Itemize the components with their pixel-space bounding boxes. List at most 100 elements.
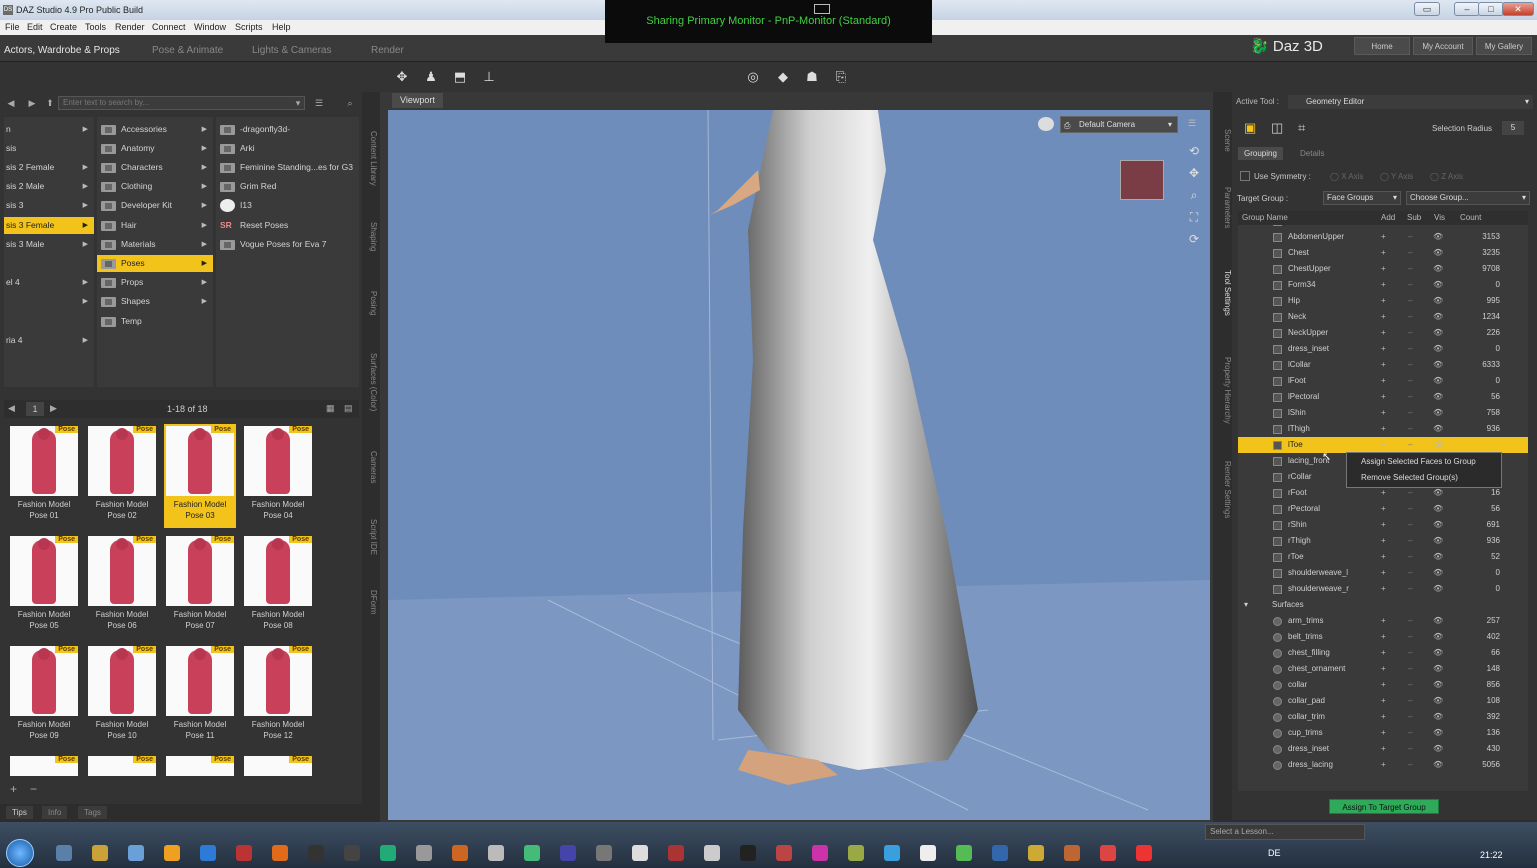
taskbar-app-icon[interactable]	[416, 845, 432, 861]
back-icon[interactable]: ◀	[5, 97, 17, 109]
list-item-selected[interactable]: sis 3 Female ▶	[4, 217, 94, 234]
menu-connect[interactable]: Connect	[152, 22, 186, 32]
visibility-icon[interactable]: 👁	[1433, 549, 1443, 565]
group-row[interactable]: dress_inset + – 👁 0	[1238, 341, 1528, 357]
taskbar-app-icon[interactable]	[380, 845, 396, 861]
tab-tips[interactable]: Tips	[6, 806, 33, 819]
tab-pose-animate[interactable]: Pose & Animate	[152, 42, 223, 59]
side-tab-posing[interactable]: Posing	[364, 278, 378, 328]
sub-face-icon[interactable]: –	[1408, 741, 1412, 757]
taskbar-app-icon[interactable]	[200, 845, 216, 861]
group-row[interactable]: NeckUpper + – 👁 226	[1238, 325, 1528, 341]
sub-face-icon[interactable]: –	[1408, 517, 1412, 533]
visibility-icon[interactable]: 👁	[1433, 261, 1443, 277]
list-view-icon[interactable]: ▤	[344, 403, 353, 414]
sub-face-icon[interactable]: –	[1408, 293, 1412, 309]
add-face-icon[interactable]: +	[1381, 709, 1386, 725]
prev-page-icon[interactable]: ◀	[8, 403, 15, 414]
grid-view-icon[interactable]: ▦	[326, 403, 335, 414]
add-face-icon[interactable]: +	[1381, 357, 1386, 373]
visibility-icon[interactable]: 👁	[1433, 741, 1443, 757]
folder-accessories[interactable]: Accessories ▶	[97, 121, 213, 138]
visibility-icon[interactable]: 👁	[1433, 309, 1443, 325]
taskbar-app-icon[interactable]	[1136, 845, 1152, 861]
sub-face-icon[interactable]: –	[1408, 389, 1412, 405]
select-mode-icon[interactable]: ▣	[1244, 120, 1256, 136]
menu-tools[interactable]: Tools	[85, 22, 106, 32]
taskbar-app-icon[interactable]	[632, 845, 648, 861]
menu-window[interactable]: Window	[194, 22, 226, 32]
tab-tags[interactable]: Tags	[78, 806, 107, 819]
add-face-icon[interactable]: +	[1381, 245, 1386, 261]
side-tab-tool-settings[interactable]: Tool Settings	[1218, 258, 1232, 328]
orbit-icon[interactable]: ⟲	[1186, 140, 1202, 162]
add-face-icon[interactable]: +	[1381, 373, 1386, 389]
folder-i13[interactable]: I13	[216, 197, 359, 214]
visibility-icon[interactable]: 👁	[1433, 421, 1443, 437]
frame-icon[interactable]: ⛶	[1186, 206, 1202, 228]
group-row[interactable]: lThigh + – 👁 936	[1238, 421, 1528, 437]
taskbar-app-icon[interactable]	[1064, 845, 1080, 861]
monitor-icon[interactable]	[814, 4, 830, 14]
visibility-icon[interactable]: 👁	[1433, 373, 1443, 389]
add-face-icon[interactable]: +	[1381, 229, 1386, 245]
menu-edit[interactable]: Edit	[27, 22, 43, 32]
pose-thumbnail[interactable]: Pose	[164, 754, 236, 776]
surface-row[interactable]: chest_ornament + – 👁 148	[1238, 661, 1528, 677]
sub-face-icon[interactable]: –	[1408, 309, 1412, 325]
sub-face-icon[interactable]: –	[1408, 501, 1412, 517]
visibility-icon[interactable]: 👁	[1433, 277, 1443, 293]
col-vis[interactable]: Vis	[1434, 211, 1445, 225]
add-face-icon[interactable]: +	[1381, 565, 1386, 581]
pan-icon[interactable]: ✥	[1186, 162, 1202, 184]
group-row[interactable]: lCollar + – 👁 6333	[1238, 357, 1528, 373]
my-gallery-button[interactable]: My Gallery	[1476, 37, 1532, 55]
reset-view-icon[interactable]: ⟳	[1186, 228, 1202, 250]
lesson-select[interactable]: Select a Lesson...	[1205, 824, 1365, 840]
home-button[interactable]: Home	[1354, 37, 1410, 55]
pose-thumbnail[interactable]: Pose	[86, 754, 158, 776]
visibility-icon[interactable]: 👁	[1433, 757, 1443, 773]
tab-actors-wardrobe-props[interactable]: Actors, Wardrobe & Props	[4, 42, 120, 59]
folder-characters[interactable]: Characters ▶	[97, 159, 213, 176]
pose-thumbnail[interactable]: Pose Fashion Model Pose 08	[242, 534, 314, 638]
taskbar-app-icon[interactable]	[668, 845, 684, 861]
taskbar-app-icon[interactable]	[1100, 845, 1116, 861]
side-tab-dform[interactable]: DForm	[364, 580, 378, 625]
surface-row[interactable]: belt_trims + – 👁 402	[1238, 629, 1528, 645]
maximize-button[interactable]: □	[1478, 2, 1504, 16]
visibility-icon[interactable]: 👁	[1433, 293, 1443, 309]
visibility-icon[interactable]: 👁	[1433, 229, 1443, 245]
visibility-icon[interactable]: 👁	[1433, 725, 1443, 741]
assign-to-target-group-button[interactable]: Assign To Target Group	[1329, 799, 1439, 814]
surfaces-section-header[interactable]: ▾ Surfaces	[1238, 597, 1528, 613]
use-symmetry-checkbox[interactable]	[1240, 171, 1250, 181]
sub-face-icon[interactable]: –	[1408, 245, 1412, 261]
sub-face-icon[interactable]: –	[1408, 405, 1412, 421]
visibility-icon[interactable]: 👁	[1433, 581, 1443, 597]
visibility-icon[interactable]: 👁	[1433, 533, 1443, 549]
group-row[interactable]: lShin + – 👁 758	[1238, 405, 1528, 421]
add-face-icon[interactable]: +	[1381, 661, 1386, 677]
list-item[interactable]: ▶	[4, 293, 94, 310]
visibility-icon[interactable]: 👁	[1433, 325, 1443, 341]
taskbar-app-icon[interactable]	[524, 845, 540, 861]
add-face-icon[interactable]: +	[1381, 277, 1386, 293]
menu-render[interactable]: Render	[115, 22, 145, 32]
col-sub[interactable]: Sub	[1407, 211, 1421, 225]
input-language[interactable]: DE	[1268, 848, 1281, 858]
folder-vogue-poses[interactable]: Vogue Poses for Eva 7	[216, 236, 359, 253]
minimize-button[interactable]: –	[1454, 2, 1480, 16]
pose-thumbnail[interactable]: Pose Fashion Model Pose 04	[242, 424, 314, 528]
list-item[interactable]: ria 4 ▶	[4, 332, 94, 349]
folder-grim-red[interactable]: Grim Red	[216, 178, 359, 195]
menu-help[interactable]: Help	[272, 22, 291, 32]
visibility-icon[interactable]: 👁	[1433, 341, 1443, 357]
pose-thumbnail[interactable]: Pose Fashion Model Pose 01	[8, 424, 80, 528]
folder-feminine-standing[interactable]: Feminine Standing...es for G3	[216, 159, 359, 176]
taskbar-app-icon[interactable]	[236, 845, 252, 861]
taskbar-app-icon[interactable]	[488, 845, 504, 861]
list-item[interactable]: sis 2 Female ▶	[4, 159, 94, 176]
sub-face-icon[interactable]: –	[1408, 613, 1412, 629]
add-face-icon[interactable]: +	[1381, 677, 1386, 693]
